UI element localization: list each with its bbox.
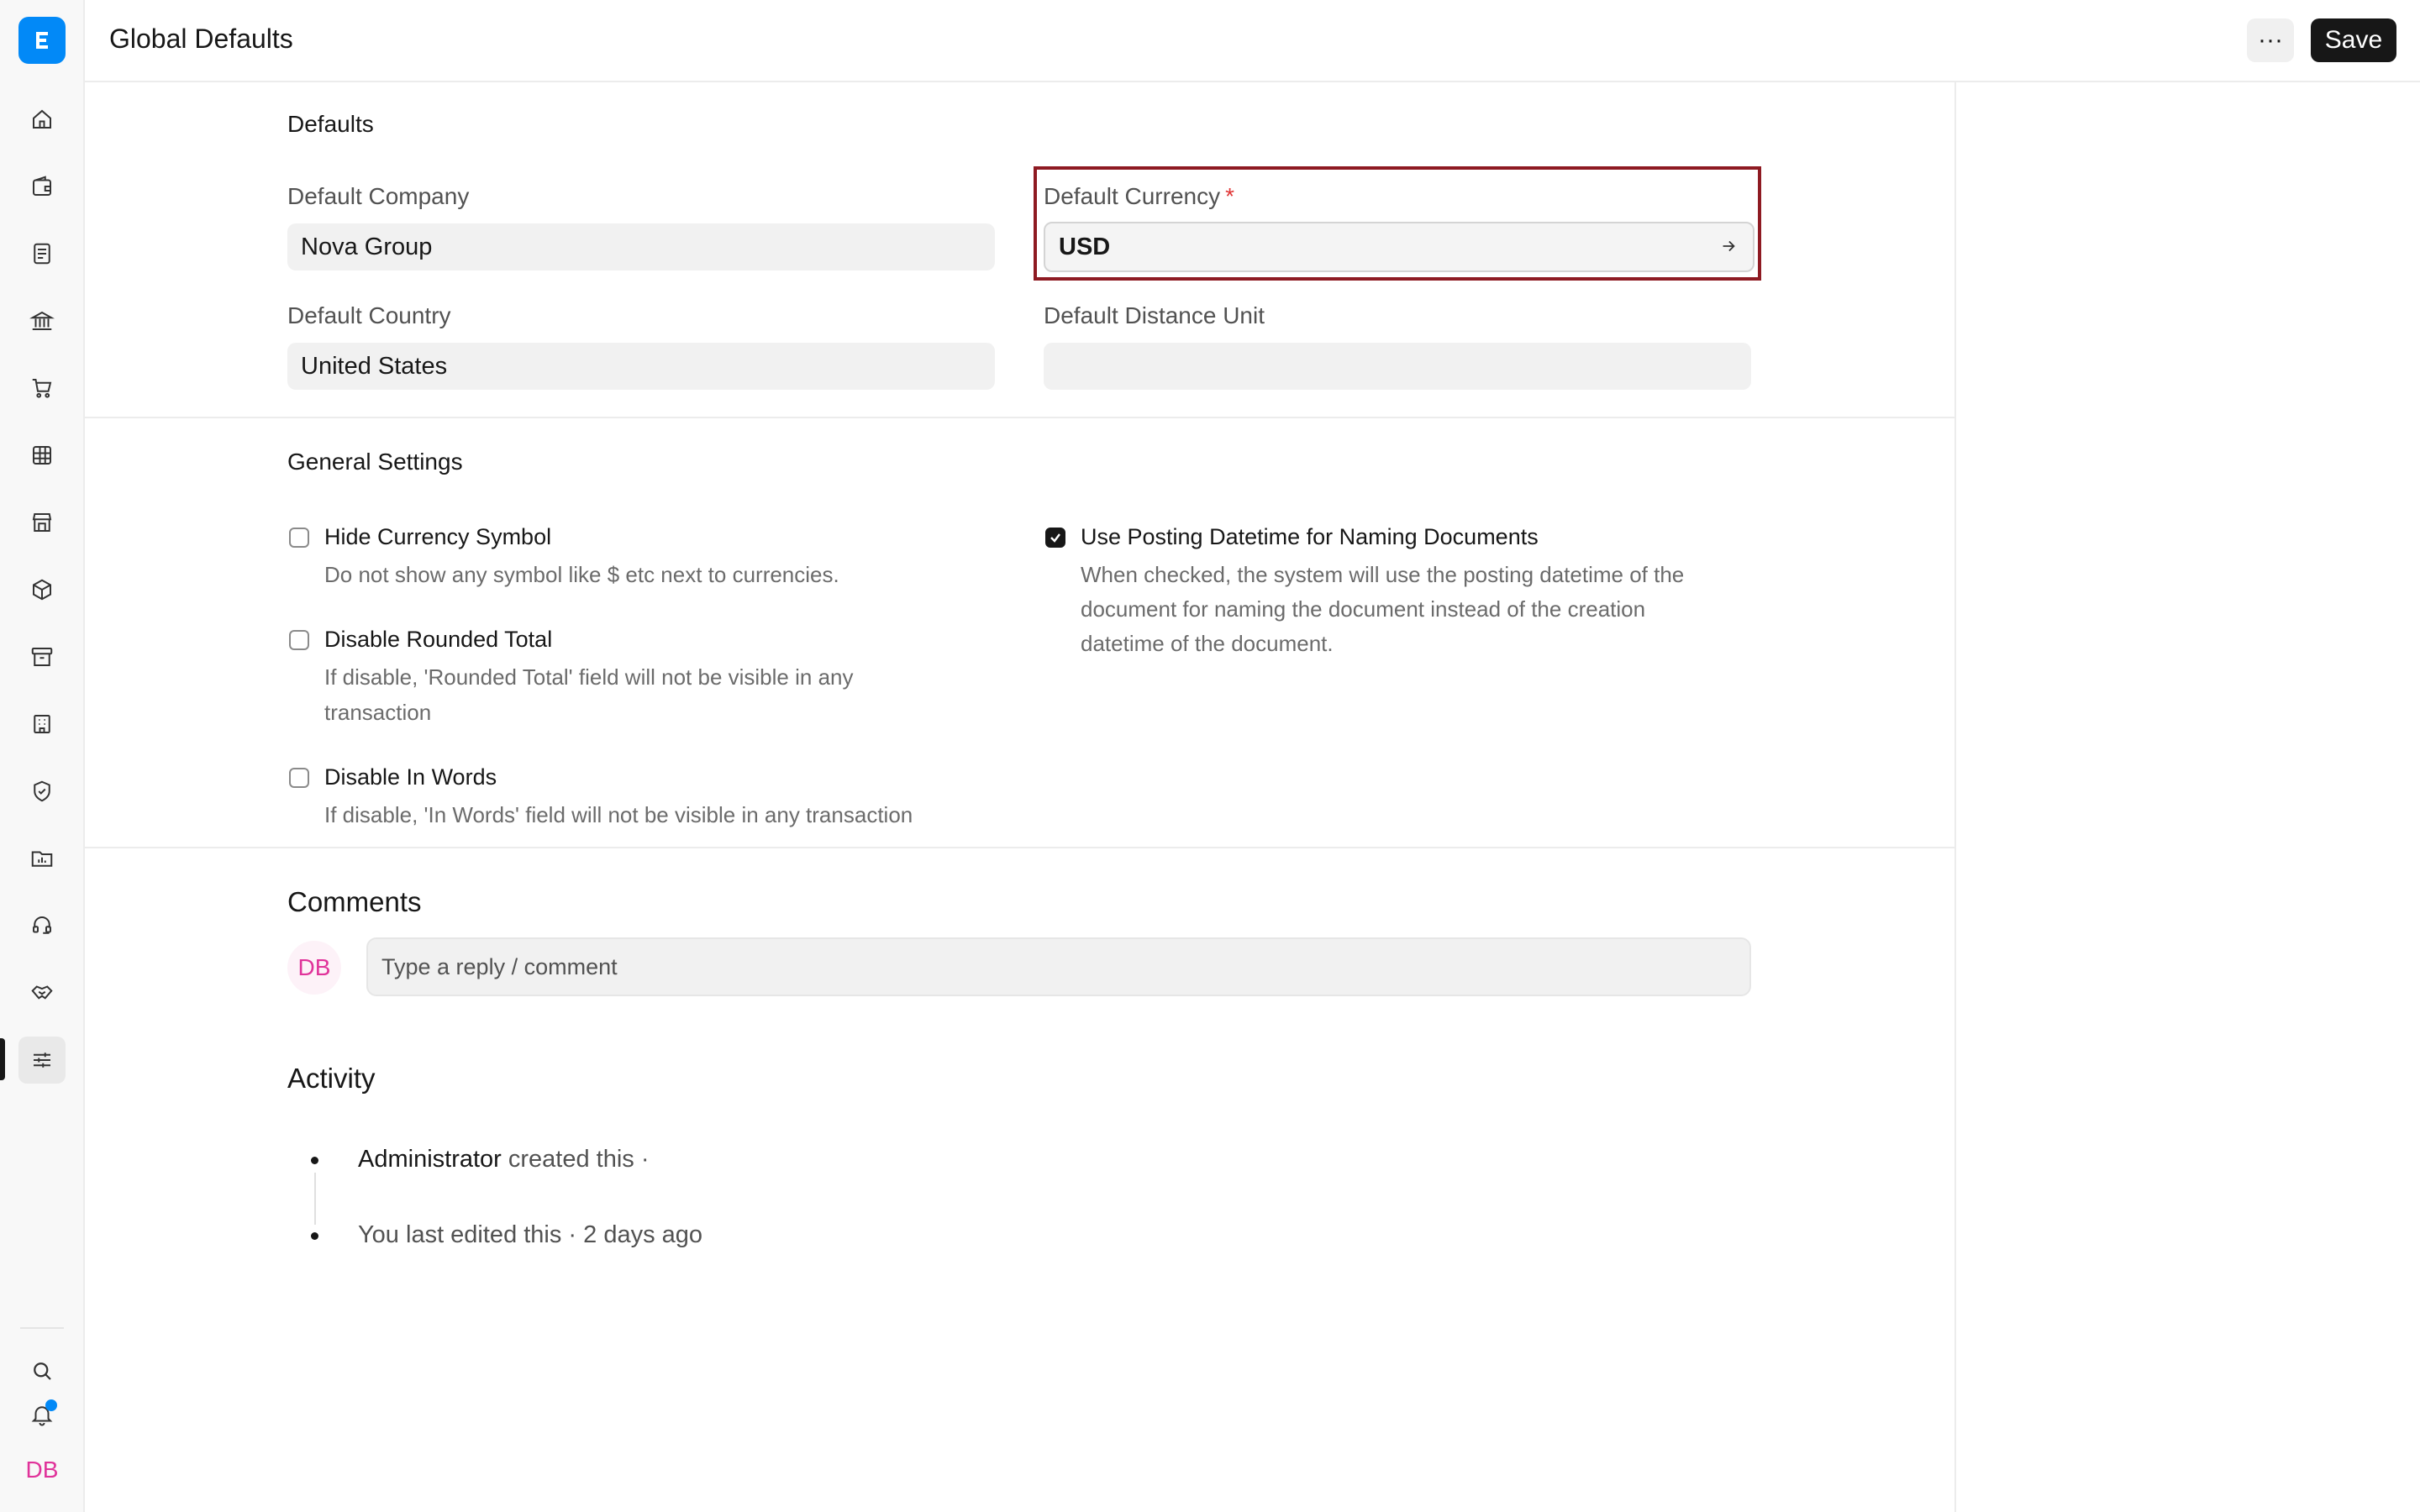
sidebar-item-stock[interactable] [18,566,66,613]
sidebar-item-quality[interactable] [18,768,66,815]
activity-title: Activity [287,1063,376,1094]
activity-item: You last edited this · 2 days ago [358,1221,703,1248]
page-title: Global Defaults [109,24,293,54]
sidebar-item-manufacturing[interactable] [18,701,66,748]
hide-currency-symbol-label[interactable]: Hide Currency Symbol [324,524,551,550]
default-distance-unit-label: Default Distance Unit [1044,302,1265,328]
archive-icon [31,648,53,666]
default-country-input[interactable]: United States [287,343,995,390]
sidebar-item-support[interactable] [18,902,66,949]
save-button[interactable]: Save [2311,18,2396,62]
sidebar-item-assets[interactable] [18,633,66,680]
sidebar-item-documents[interactable] [18,230,66,277]
sidebar-item-buying[interactable] [18,365,66,412]
disable-rounded-total-description-2: transaction [324,700,432,725]
disable-in-words-checkbox[interactable] [289,768,309,788]
currency-highlight-box [1034,166,1761,281]
more-options-button[interactable]: ··· [2247,18,2294,62]
default-company-input[interactable]: Nova Group [287,223,995,270]
activity-actor[interactable]: Administrator [358,1146,502,1173]
app-logo[interactable] [18,17,66,64]
sidebar-item-home[interactable] [18,96,66,143]
timeline-bullet [311,1157,318,1164]
hide-currency-symbol-checkbox[interactable] [289,528,309,548]
disable-rounded-total-description-1: If disable, 'Rounded Total' field will n… [324,664,854,690]
sidebar-item-selling[interactable] [18,499,66,546]
sidebar-item-settings[interactable] [18,1037,66,1084]
page-header: Global Defaults ··· Save [84,0,2420,82]
disable-rounded-total-checkbox[interactable] [289,630,309,650]
activity-item: Administrator created this · [358,1146,650,1173]
sidebar-search[interactable] [18,1347,66,1394]
document-icon [34,243,50,265]
timeline-bullet [311,1232,318,1240]
use-posting-datetime-description-3: datetime of the document. [1081,631,1334,656]
headset-icon [33,916,51,934]
handshake-icon [31,985,53,1000]
logo-icon [36,32,48,49]
shield-icon [34,780,50,802]
home-icon [33,109,51,129]
section-divider [84,417,1954,418]
notification-dot [45,1399,57,1411]
checkmark-icon [1050,533,1060,543]
sidebar-divider [20,1327,64,1329]
use-posting-datetime-label[interactable]: Use Posting Datetime for Naming Document… [1081,524,1539,550]
cart-icon [32,379,52,398]
sidebar-panel-divider [1954,81,1956,1512]
hide-currency-symbol-description: Do not show any symbol like $ etc next t… [324,562,839,587]
store-icon [32,513,52,532]
search-icon [34,1362,51,1380]
timeline-line [314,1173,316,1225]
disable-rounded-total-label[interactable]: Disable Rounded Total [324,627,552,653]
disable-in-words-description: If disable, 'In Words' field will not be… [324,802,913,827]
use-posting-datetime-description-1: When checked, the system will use the po… [1081,562,1685,587]
sliders-icon [34,1053,50,1068]
sidebar-item-crm[interactable] [18,969,66,1016]
package-icon [33,579,51,601]
use-posting-datetime-checkbox[interactable] [1045,528,1065,548]
sidebar-notifications[interactable] [18,1391,66,1438]
bank-icon [29,311,55,330]
disable-in-words-label[interactable]: Disable In Words [324,764,497,790]
default-distance-unit-input[interactable] [1044,343,1751,390]
comments-title: Comments [287,886,422,917]
folder-chart-icon [31,851,53,867]
active-nav-marker [0,1038,5,1080]
sidebar-item-reports[interactable] [18,432,66,479]
use-posting-datetime-description-2: document for naming the document instead… [1081,596,1646,622]
default-country-label: Default Country [287,302,451,328]
wallet-icon [33,176,51,196]
sidebar-item-banking[interactable] [18,297,66,344]
section-divider [84,847,1954,848]
user-avatar[interactable]: DB [18,1446,66,1494]
activity-text: created this · [501,1146,650,1173]
sidebar-item-accounting[interactable] [18,163,66,210]
section-title-defaults: Defaults [287,111,374,137]
table-icon [33,446,51,465]
comment-avatar: DB [287,941,341,995]
sidebar-item-projects[interactable] [18,835,66,882]
comment-input[interactable]: Type a reply / comment [366,937,1751,996]
default-company-label: Default Company [287,183,470,209]
building-icon [34,715,50,733]
sidebar: DB [0,0,85,1512]
section-title-general-settings: General Settings [287,449,463,475]
